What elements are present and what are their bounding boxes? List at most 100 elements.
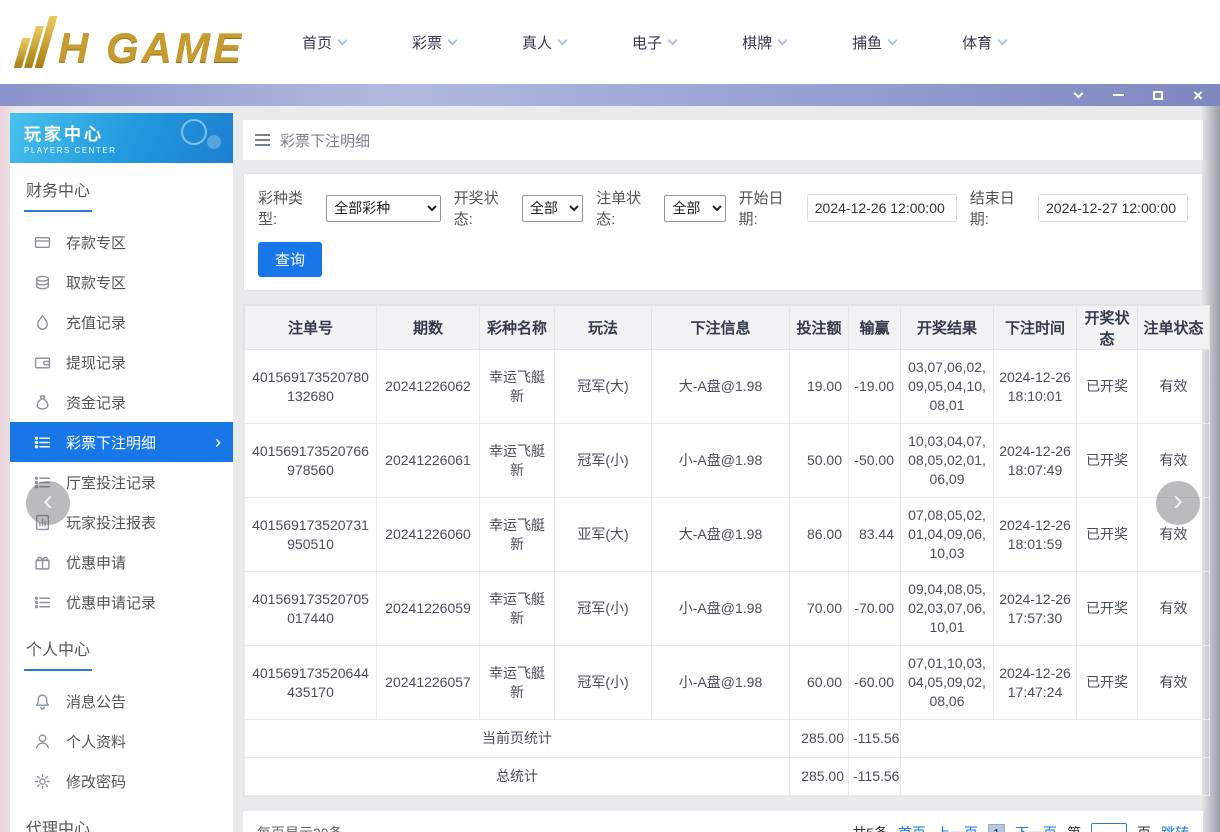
sidebar-item-label: 存款专区 bbox=[66, 234, 127, 252]
summary-empty-cell bbox=[900, 719, 1210, 758]
sidebar-item-label: 取款专区 bbox=[66, 274, 127, 292]
app-body: 玩家中心 PLAYERS CENTER 财务中心 存款专区 取款专区 充值记录 提现记录… bbox=[0, 106, 1220, 832]
end-date-input[interactable] bbox=[1038, 194, 1188, 222]
table-cell: 小-A盘@1.98 bbox=[651, 423, 790, 498]
summary-label: 总统计 bbox=[244, 757, 790, 796]
filter-panel: 彩种类型: 全部彩种 开奖状态: 全部 注单状态: 全部 开始日期: 结束日期:… bbox=[243, 173, 1203, 291]
sidebar-item-withdraw-zone[interactable]: 取款专区 bbox=[10, 262, 233, 302]
nav-item-slots[interactable]: 电子 bbox=[632, 32, 678, 53]
table-row: 401569173520780132680 20241226062 幸运飞艇新 冠军(… bbox=[244, 349, 1210, 424]
logo[interactable]: H GAME bbox=[13, 16, 244, 69]
table-cell: 401569173520644435170 bbox=[244, 645, 377, 720]
sidebar-item-promo-apply[interactable]: 优惠申请 bbox=[10, 542, 233, 582]
table-cell: 20241226057 bbox=[376, 645, 480, 720]
table-cell: 冠军(小) bbox=[554, 645, 652, 720]
sidebar-item-label: 优惠申请记录 bbox=[66, 594, 157, 612]
chevron-down-icon bbox=[337, 35, 348, 45]
carousel-prev-button[interactable]: ‹ bbox=[26, 481, 70, 525]
table-cell: -70.00 bbox=[848, 571, 901, 646]
header-row: 注单号 期数 彩种名称 玩法 下注信息 投注额 输赢 开奖结果 下注时间 开奖状态 注单状态 bbox=[244, 305, 1210, 350]
nav-item-sports[interactable]: 体育 bbox=[962, 32, 1008, 53]
menu-toggle-icon[interactable] bbox=[255, 134, 270, 146]
sidebar-item-label: 彩票下注明细 bbox=[66, 434, 157, 452]
page-title: 彩票下注明细 bbox=[280, 132, 371, 150]
table-cell: 有效 bbox=[1137, 645, 1210, 720]
sidebar-item-profile[interactable]: 个人资料 bbox=[10, 721, 233, 761]
draw-status-select[interactable]: 全部 bbox=[521, 194, 584, 222]
summary-win-loss: -115.56 bbox=[848, 719, 901, 758]
chevron-left-icon: ‹ bbox=[43, 484, 53, 517]
sidebar-item-label: 消息公告 bbox=[66, 693, 127, 711]
column-header: 开奖结果 bbox=[900, 305, 994, 350]
prev-page-link[interactable]: 上一页 bbox=[936, 823, 978, 832]
nav-item-fishing[interactable]: 捕鱼 bbox=[852, 32, 898, 53]
logo-icon bbox=[13, 16, 58, 68]
current-page[interactable]: 1 bbox=[988, 824, 1005, 832]
next-page-link[interactable]: 下一页 bbox=[1015, 823, 1057, 832]
sidebar-item-withdrawal-records[interactable]: 提现记录 bbox=[10, 342, 233, 382]
moneybag-icon bbox=[34, 394, 51, 411]
carousel-next-button[interactable]: › bbox=[1156, 481, 1200, 525]
column-header: 开奖状态 bbox=[1076, 305, 1138, 350]
table-cell: 有效 bbox=[1137, 571, 1210, 646]
coins-icon bbox=[34, 274, 51, 291]
window-collapse-button[interactable] bbox=[1070, 87, 1086, 103]
table-cell: 86.00 bbox=[789, 497, 849, 572]
table-cell: 2024-12-26 18:10:01 bbox=[993, 349, 1077, 424]
jump-suffix: 页 bbox=[1137, 823, 1151, 832]
nav-item-live[interactable]: 真人 bbox=[522, 32, 568, 53]
maximize-icon bbox=[1153, 90, 1163, 100]
gift-icon bbox=[34, 554, 51, 571]
column-header: 玩法 bbox=[554, 305, 652, 350]
chevron-down-icon bbox=[1073, 88, 1083, 99]
jump-page-input[interactable] bbox=[1091, 822, 1127, 832]
window-close-button[interactable]: × bbox=[1190, 87, 1206, 104]
sidebar-item-lottery-bet-details[interactable]: 彩票下注明细 › bbox=[10, 422, 233, 462]
sidebar-item-label: 厅室投注记录 bbox=[66, 474, 157, 492]
sidebar-item-announcements[interactable]: 消息公告 bbox=[10, 681, 233, 721]
table-cell: 冠军(小) bbox=[554, 423, 652, 498]
table-row: 401569173520731950510 20241226060 幸运飞艇新 亚军(… bbox=[244, 497, 1210, 572]
sidebar-item-promo-apply-records[interactable]: 优惠申请记录 bbox=[10, 582, 233, 622]
table-cell: 83.44 bbox=[848, 497, 901, 572]
table-cell: -19.00 bbox=[848, 349, 901, 424]
nav-item-home[interactable]: 首页 bbox=[302, 32, 348, 53]
list-icon bbox=[34, 594, 51, 611]
table-cell: 大-A盘@1.98 bbox=[651, 497, 790, 572]
sidebar: 玩家中心 PLAYERS CENTER 财务中心 存款专区 取款专区 充值记录 提现记录… bbox=[10, 113, 233, 832]
window-minimize-button[interactable] bbox=[1110, 87, 1126, 103]
sidebar-item-funds-records[interactable]: 资金记录 bbox=[10, 382, 233, 422]
order-status-select[interactable]: 全部 bbox=[664, 194, 726, 222]
nav-item-board-games[interactable]: 棋牌 bbox=[742, 32, 788, 53]
table-cell: 401569173520705017440 bbox=[244, 571, 377, 646]
card-icon bbox=[34, 234, 51, 251]
table-cell: 20241226061 bbox=[376, 423, 480, 498]
lottery-type-select[interactable]: 全部彩种 bbox=[326, 194, 441, 222]
page: H GAME 首页 彩票 真人 电子 棋牌 捕鱼 体育 × 玩家中心 PLAYERS CEN… bbox=[0, 0, 1220, 832]
column-header: 下注信息 bbox=[651, 305, 790, 350]
table-cell: 幸运飞艇新 bbox=[479, 423, 555, 498]
sidebar-item-deposit-zone[interactable]: 存款专区 bbox=[10, 222, 233, 262]
start-date-input[interactable] bbox=[806, 194, 957, 222]
jump-prefix: 第 bbox=[1067, 823, 1081, 832]
bet-table-head: 注单号 期数 彩种名称 玩法 下注信息 投注额 输赢 开奖结果 下注时间 开奖状态 注单状态 bbox=[244, 305, 1210, 350]
main-content: 彩票下注明细 彩种类型: 全部彩种 开奖状态: 全部 注单状态: 全部 开始日期… bbox=[233, 113, 1213, 832]
table-cell: 60.00 bbox=[789, 645, 849, 720]
chevron-right-icon: › bbox=[215, 432, 221, 452]
table-cell: 20241226059 bbox=[376, 571, 480, 646]
sidebar-item-recharge-records[interactable]: 充值记录 bbox=[10, 302, 233, 342]
pagination-bar: 每页显示20条 共5条 首页 上一页 1 下一页 第 页 跳转 bbox=[243, 811, 1203, 832]
table-cell: 有效 bbox=[1137, 349, 1210, 424]
search-button[interactable]: 查询 bbox=[258, 242, 323, 277]
user-icon bbox=[34, 733, 51, 750]
first-page-link[interactable]: 首页 bbox=[898, 823, 926, 832]
total-summary-row: 总统计 285.00 -115.56 bbox=[244, 757, 1210, 796]
sidebar-item-change-password[interactable]: 修改密码 bbox=[10, 761, 233, 801]
nav-item-label: 体育 bbox=[962, 34, 993, 52]
sidebar-item-label: 修改密码 bbox=[66, 773, 127, 791]
table-row: 401569173520644435170 20241226057 幸运飞艇新 冠军(… bbox=[244, 645, 1210, 720]
window-maximize-button[interactable] bbox=[1150, 87, 1166, 103]
nav-item-lottery[interactable]: 彩票 bbox=[412, 32, 458, 53]
chevron-down-icon bbox=[667, 35, 678, 45]
jump-button[interactable]: 跳转 bbox=[1161, 823, 1189, 832]
